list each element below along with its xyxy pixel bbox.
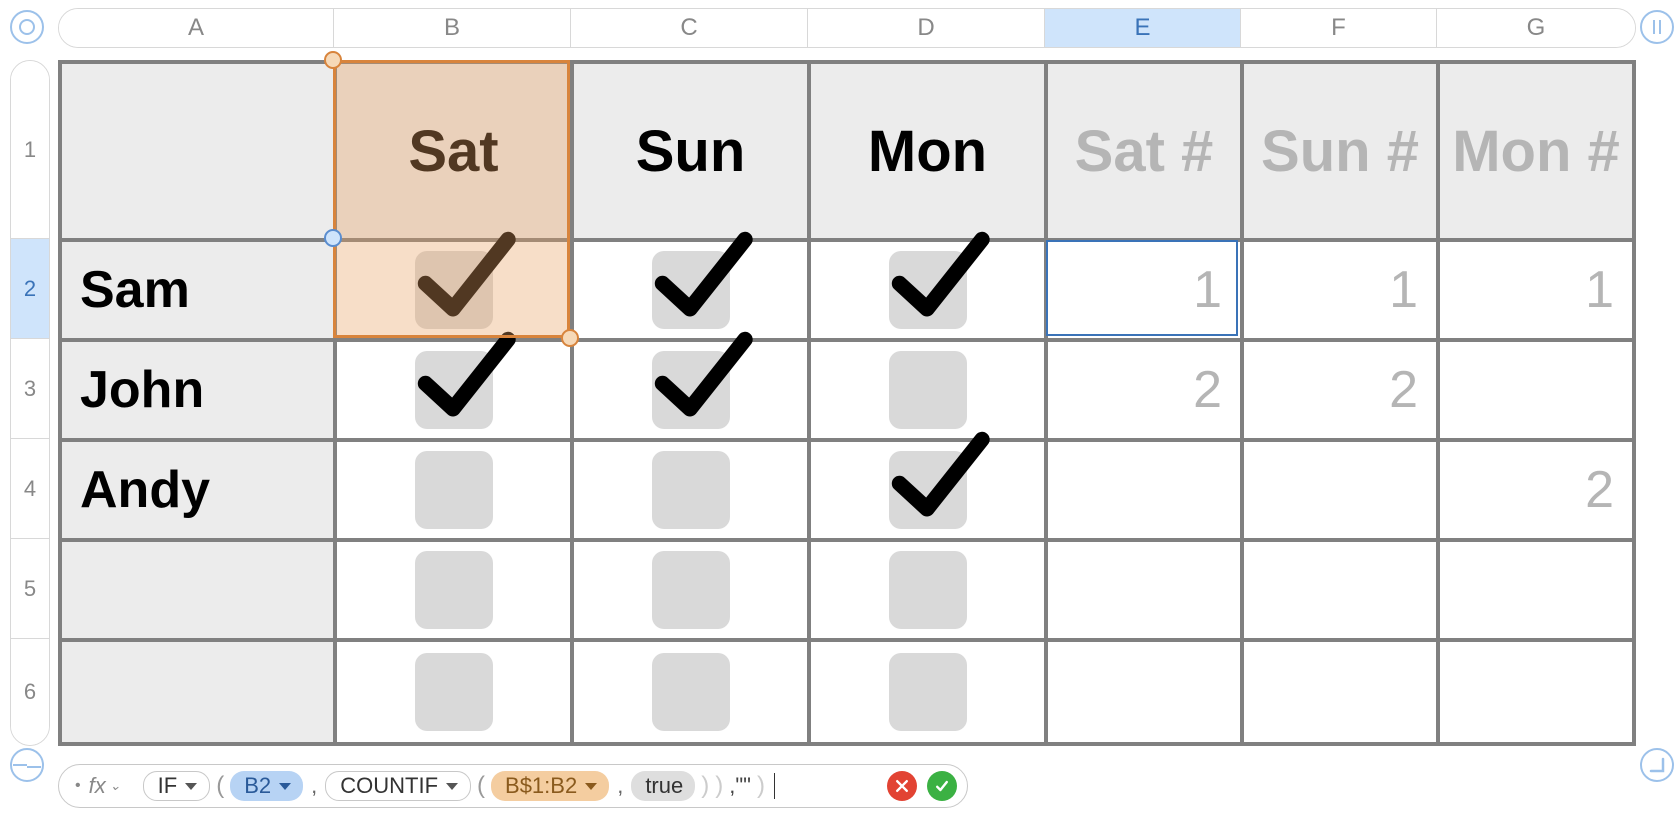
cell-A5[interactable] [60,540,335,640]
cell-G6[interactable] [1438,640,1634,744]
formula-accept-button[interactable] [927,771,957,801]
add-row-handle[interactable] [10,748,44,782]
row-header-1[interactable]: 1 [11,61,49,239]
cell-E2[interactable]: 1 [1046,240,1242,340]
cell-A6[interactable] [60,640,335,744]
header-sat-num: Sat # [1048,118,1240,185]
checkbox[interactable] [889,551,967,629]
text-cursor [774,773,775,799]
chevron-down-icon: ⌄ [110,778,121,794]
cell-C1[interactable]: Sun [572,62,809,240]
checkbox[interactable] [889,351,967,429]
formula-cancel-button[interactable] [887,771,917,801]
formula-tail-text: ,"" [729,773,751,799]
row-header-2[interactable]: 2 [11,239,49,339]
cell-D2[interactable] [809,240,1046,340]
table-resize-handle[interactable] [1640,748,1674,782]
col-header-E[interactable]: E [1045,9,1241,47]
cell-D1[interactable]: Mon [809,62,1046,240]
formula-token-if[interactable]: IF [143,771,211,801]
cell-E3[interactable]: 2 [1046,340,1242,440]
header-mon-num: Mon # [1440,118,1632,185]
cell-A2[interactable]: Sam [60,240,335,340]
cell-D5[interactable] [809,540,1046,640]
formula-token-countif[interactable]: COUNTIF [325,771,471,801]
formula-bullet-icon: • [75,777,81,795]
checkbox[interactable] [889,251,967,329]
col-header-C[interactable]: C [571,9,808,47]
cell-F6[interactable] [1242,640,1438,744]
row-header-5[interactable]: 5 [11,539,49,639]
checkbox[interactable] [415,451,493,529]
cell-G2[interactable]: 1 [1438,240,1634,340]
row-header-4[interactable]: 4 [11,439,49,539]
col-header-A[interactable]: A [59,9,334,47]
cell-G3[interactable] [1438,340,1634,440]
row-header-6[interactable]: 6 [11,639,49,745]
cell-F3[interactable]: 2 [1242,340,1438,440]
cell-E4[interactable] [1046,440,1242,540]
cell-D6[interactable] [809,640,1046,744]
header-mon: Mon [811,118,1044,185]
row-headers: 1 2 3 4 5 6 [10,60,50,746]
checkbox[interactable] [652,351,730,429]
checkbox[interactable] [889,451,967,529]
cell-A1[interactable] [60,62,335,240]
checkbox[interactable] [415,351,493,429]
checkbox[interactable] [652,451,730,529]
col-header-B[interactable]: B [334,9,571,47]
cell-F5[interactable] [1242,540,1438,640]
spreadsheet-table: Sat Sun Mon Sat # Sun # Mon # Sam 1 1 1 … [58,60,1636,746]
header-sat: Sat [337,118,570,185]
checkbox[interactable] [415,251,493,329]
add-column-handle[interactable] [1640,10,1674,44]
cell-B5[interactable] [335,540,572,640]
cell-F4[interactable] [1242,440,1438,540]
column-headers: A B C D E F G [58,8,1636,48]
cell-C3[interactable] [572,340,809,440]
cell-C6[interactable] [572,640,809,744]
checkbox[interactable] [415,551,493,629]
cell-E5[interactable] [1046,540,1242,640]
cell-F2[interactable]: 1 [1242,240,1438,340]
fx-label[interactable]: fx ⌄ [89,773,121,799]
checkbox[interactable] [889,653,967,731]
cell-E6[interactable] [1046,640,1242,744]
header-sun: Sun [574,118,807,185]
col-header-F[interactable]: F [1241,9,1437,47]
checkbox[interactable] [652,551,730,629]
cell-B1[interactable]: Sat [335,62,572,240]
formula-token-true[interactable]: true [631,771,695,801]
cell-B6[interactable] [335,640,572,744]
header-sun-num: Sun # [1244,118,1436,185]
cell-G1[interactable]: Mon # [1438,62,1634,240]
cell-G5[interactable] [1438,540,1634,640]
cell-C5[interactable] [572,540,809,640]
cell-A4[interactable]: Andy [60,440,335,540]
cell-G4[interactable]: 2 [1438,440,1634,540]
cell-E1[interactable]: Sat # [1046,62,1242,240]
col-header-D[interactable]: D [808,9,1045,47]
checkbox[interactable] [652,251,730,329]
formula-bar[interactable]: • fx ⌄ IF ( B2 , COUNTIF ( B$1:B2 , true… [58,764,968,808]
checkbox[interactable] [415,653,493,731]
cell-C4[interactable] [572,440,809,540]
table-origin-handle[interactable] [10,10,44,44]
checkbox[interactable] [652,653,730,731]
formula-token-ref-b2[interactable]: B2 [230,771,303,801]
cell-D4[interactable] [809,440,1046,540]
cell-A3[interactable]: John [60,340,335,440]
row-header-3[interactable]: 3 [11,339,49,439]
col-header-G[interactable]: G [1437,9,1635,47]
cell-B4[interactable] [335,440,572,540]
formula-token-range[interactable]: B$1:B2 [491,771,609,801]
cell-F1[interactable]: Sun # [1242,62,1438,240]
cell-B3[interactable] [335,340,572,440]
